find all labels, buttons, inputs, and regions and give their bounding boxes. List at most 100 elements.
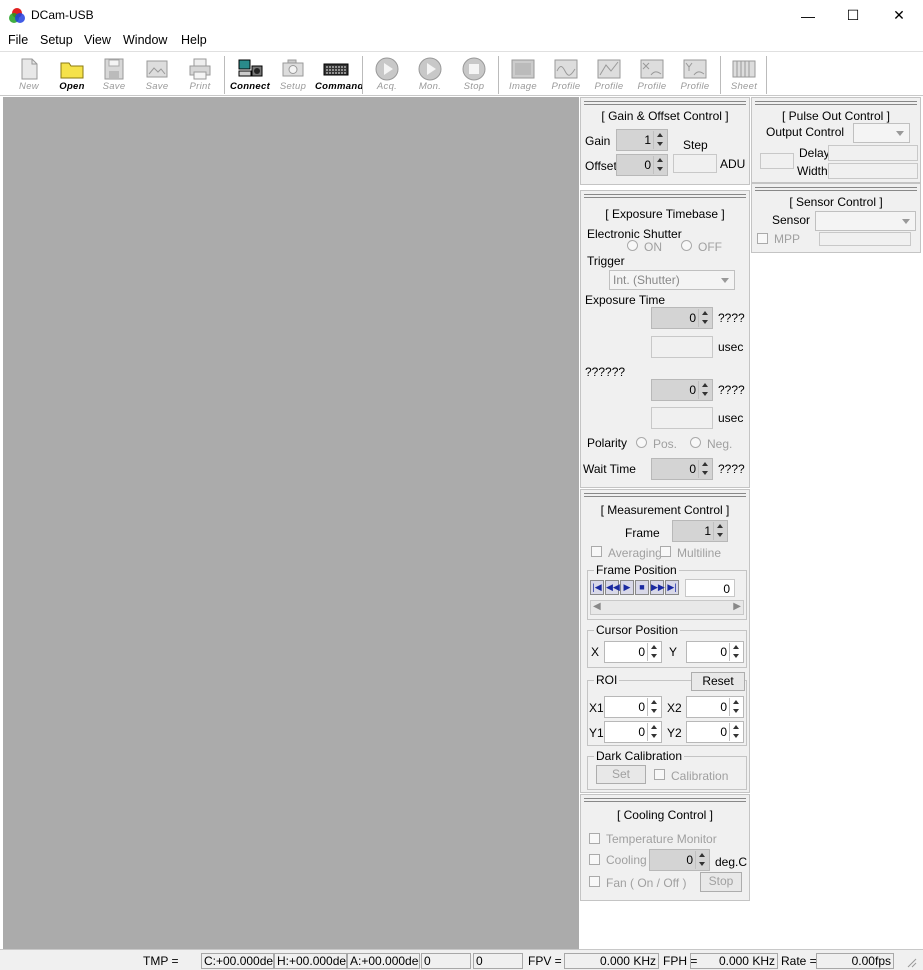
- shutter-on-radio[interactable]: [627, 240, 638, 251]
- cursor-y-spinner[interactable]: 0: [686, 641, 744, 663]
- toolbar-profile-x-button[interactable]: Profile: [631, 55, 673, 95]
- spinner-arrows-icon[interactable]: [653, 156, 666, 174]
- spinner-arrows-icon[interactable]: [729, 723, 742, 741]
- toolbar-image-button[interactable]: Image: [502, 55, 544, 95]
- toolbar-profile-y-button[interactable]: Profile: [674, 55, 716, 95]
- frame-spinner[interactable]: 1: [672, 520, 728, 542]
- toolbar-save-image-button[interactable]: Save: [136, 55, 178, 95]
- image-viewer-area[interactable]: [3, 97, 579, 949]
- rewind-icon[interactable]: ◀◀: [605, 580, 620, 595]
- shutter-off-radio[interactable]: [681, 240, 692, 251]
- cooling-panel: [ Cooling Control ] Temperature Monitor …: [580, 794, 750, 901]
- dark-set-button[interactable]: Set: [596, 765, 646, 784]
- stop-frame-icon[interactable]: ■: [635, 580, 649, 595]
- play-frame-icon[interactable]: ▶: [620, 580, 634, 595]
- spinner-arrows-icon[interactable]: [698, 460, 711, 478]
- spinner-arrows-icon[interactable]: [729, 643, 742, 661]
- toolbar-acquire-button[interactable]: Acq.: [366, 55, 408, 95]
- pulse-out-field[interactable]: [760, 153, 794, 169]
- maximize-button[interactable]: ☐: [830, 0, 876, 31]
- unknown-usec-field[interactable]: [651, 407, 713, 429]
- fan-stop-button[interactable]: Stop: [700, 872, 742, 892]
- minimize-button[interactable]: —: [785, 0, 831, 31]
- toolbar-new-button[interactable]: New: [8, 55, 50, 95]
- roi-y1-spinner[interactable]: 0: [604, 721, 662, 743]
- spinner-arrows-icon[interactable]: [698, 381, 711, 399]
- last-frame-icon[interactable]: ▶|: [665, 580, 679, 595]
- close-button[interactable]: ✕: [876, 0, 922, 31]
- panel-grip[interactable]: [755, 187, 917, 191]
- toolbar-command-button[interactable]: Command: [315, 55, 363, 95]
- frame-position-field[interactable]: 0: [685, 579, 735, 597]
- mpp-checkbox[interactable]: [757, 233, 768, 244]
- panel-grip[interactable]: [584, 101, 746, 105]
- measurement-title: [ Measurement Control ]: [600, 503, 730, 517]
- frame-position-scrollbar[interactable]: ◀ ▶: [590, 600, 744, 615]
- exposure-time-spinner[interactable]: 0: [651, 307, 713, 329]
- roi-y2-spinner[interactable]: 0: [686, 721, 744, 743]
- gain-spinner[interactable]: 1: [616, 129, 668, 151]
- roi-x1-spinner[interactable]: 0: [604, 696, 662, 718]
- toolbar-sheet-button[interactable]: Sheet: [723, 55, 765, 95]
- polarity-pos-radio[interactable]: [636, 437, 647, 448]
- fan-checkbox[interactable]: [589, 876, 600, 887]
- first-frame-icon[interactable]: |◀: [590, 580, 604, 595]
- toolbar-connect-button[interactable]: Connect: [229, 55, 271, 95]
- toolbar-save-button[interactable]: Save: [93, 55, 135, 95]
- unknown-spinner[interactable]: 0: [651, 379, 713, 401]
- output-control-select[interactable]: [853, 123, 910, 143]
- wait-time-spinner[interactable]: 0: [651, 458, 713, 480]
- panel-grip[interactable]: [584, 798, 746, 802]
- scroll-left-icon[interactable]: ◀: [593, 601, 601, 612]
- toolbar-profile-line-button[interactable]: Profile: [588, 55, 630, 95]
- scroll-right-icon[interactable]: ▶: [733, 601, 741, 612]
- spinner-arrows-icon[interactable]: [695, 851, 708, 869]
- cooling-checkbox[interactable]: [589, 854, 600, 865]
- averaging-checkbox[interactable]: [591, 546, 602, 557]
- cursor-x-spinner[interactable]: 0: [604, 641, 662, 663]
- spinner-arrows-icon[interactable]: [653, 131, 666, 149]
- exposure-usec-field[interactable]: [651, 336, 713, 358]
- spinner-arrows-icon[interactable]: [729, 698, 742, 716]
- panel-grip[interactable]: [584, 194, 746, 198]
- calibration-checkbox[interactable]: [654, 769, 665, 780]
- polarity-neg-radio[interactable]: [690, 437, 701, 448]
- toolbar-profile-button[interactable]: Profile: [545, 55, 587, 95]
- fast-forward-icon[interactable]: ▶▶: [650, 580, 665, 595]
- panel-grip[interactable]: [755, 101, 917, 105]
- spinner-arrows-icon[interactable]: [698, 309, 711, 327]
- spinner-arrows-icon[interactable]: [647, 643, 660, 661]
- toolbar-print-button[interactable]: Print: [179, 55, 221, 95]
- multiline-checkbox[interactable]: [660, 546, 671, 557]
- step-label: Step: [683, 138, 708, 152]
- app-icon: [9, 8, 25, 23]
- menu-file[interactable]: File: [8, 33, 28, 47]
- resize-grip-icon[interactable]: [905, 956, 917, 968]
- trigger-select[interactable]: Int. (Shutter): [609, 270, 735, 290]
- roi-group: ROI Reset X1 0 X2 0 Y1 0 Y2 0: [587, 672, 747, 746]
- stop-icon: [462, 57, 486, 81]
- width-field[interactable]: [828, 163, 918, 179]
- toolbar-stop-button[interactable]: Stop: [453, 55, 495, 95]
- spinner-arrows-icon[interactable]: [647, 698, 660, 716]
- toolbar-open-button[interactable]: Open: [51, 55, 93, 95]
- cursor-position-label: Cursor Position: [594, 623, 681, 637]
- spinner-arrows-icon[interactable]: [647, 723, 660, 741]
- menu-setup[interactable]: Setup: [40, 33, 73, 47]
- toolbar-setup-button[interactable]: Setup: [272, 55, 314, 95]
- sensor-select[interactable]: [815, 211, 916, 231]
- roi-x2-spinner[interactable]: 0: [686, 696, 744, 718]
- spinner-arrows-icon[interactable]: [713, 522, 726, 540]
- toolbar-monitor-button[interactable]: Mon.: [409, 55, 451, 95]
- roi-reset-button[interactable]: Reset: [691, 672, 745, 691]
- delay-field[interactable]: [828, 145, 918, 161]
- step-field[interactable]: [673, 154, 717, 173]
- menu-help[interactable]: Help: [181, 33, 207, 47]
- cooling-temp-spinner[interactable]: 0: [649, 849, 710, 871]
- panel-grip[interactable]: [584, 493, 746, 497]
- menu-view[interactable]: View: [84, 33, 111, 47]
- menu-window[interactable]: Window: [123, 33, 167, 47]
- mpp-field[interactable]: [819, 232, 911, 246]
- temperature-monitor-checkbox[interactable]: [589, 833, 600, 844]
- offset-spinner[interactable]: 0: [616, 154, 668, 176]
